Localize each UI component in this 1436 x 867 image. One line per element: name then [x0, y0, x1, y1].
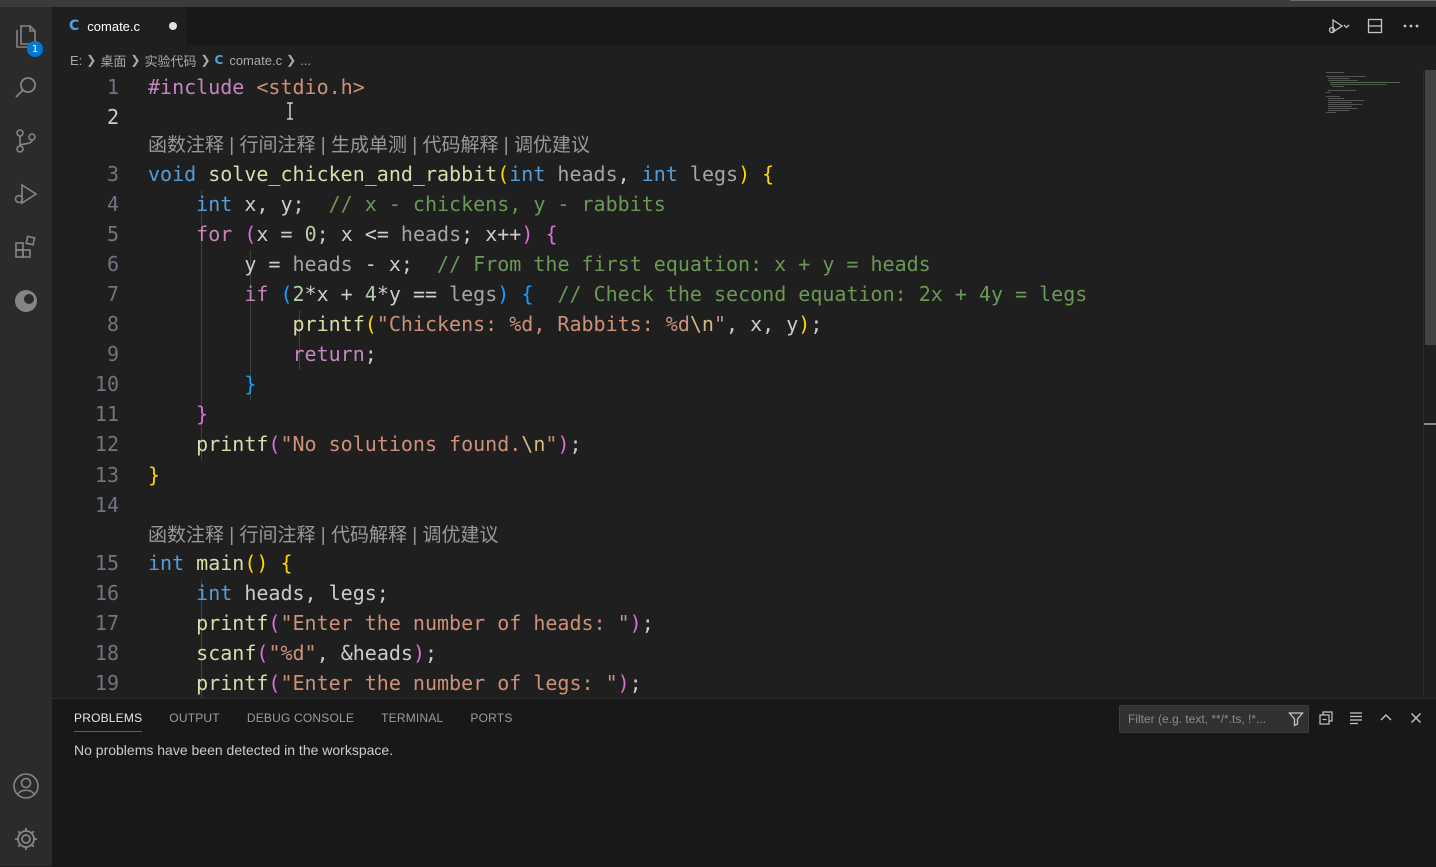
chevron-right-icon: ❯	[200, 53, 211, 67]
c-file-icon: C	[214, 53, 224, 67]
code-line: 5 for (x = 0; x <= heads; x++) {	[52, 219, 1302, 249]
tab-output[interactable]: OUTPUT	[169, 711, 220, 732]
source-control-icon[interactable]	[10, 125, 42, 157]
code-line: 17 printf("Enter the number of heads: ")…	[52, 608, 1302, 638]
line-number: 7	[106, 282, 119, 306]
unsaved-dot-icon[interactable]	[169, 22, 178, 30]
maximize-panel-chevron-up-icon[interactable]	[1376, 708, 1396, 728]
view-as-list-icon[interactable]	[1346, 708, 1366, 728]
tab-terminal[interactable]: TERMINAL	[381, 711, 443, 732]
run-debug-icon[interactable]	[10, 178, 42, 210]
code-line: 3 void solve_chicken_and_rabbit(int head…	[52, 159, 1302, 189]
line-number: 3	[106, 162, 119, 186]
extensions-icon[interactable]	[10, 231, 42, 263]
line-number: 19	[94, 671, 119, 695]
code-line: 14	[52, 490, 1302, 520]
run-debug-dropdown-icon[interactable]	[1328, 16, 1350, 36]
breadcrumb-more[interactable]: ...	[300, 53, 311, 68]
tab-label: comate.c	[87, 18, 141, 34]
account-icon[interactable]	[10, 770, 42, 802]
close-panel-icon[interactable]	[1406, 708, 1426, 728]
explorer-badge: 1	[27, 41, 43, 57]
line-number: 17	[94, 611, 119, 635]
line-number: 16	[94, 581, 119, 605]
line-number: 10	[94, 372, 119, 396]
code-line: 16 int heads, legs;	[52, 578, 1302, 608]
filter-placeholder: Filter (e.g. text, **/*.ts, !*...	[1128, 712, 1267, 726]
editor-scrollbar[interactable]	[1423, 70, 1436, 698]
more-actions-icon[interactable]	[1400, 16, 1422, 36]
line-number: 5	[106, 222, 119, 246]
c-file-icon: C	[69, 18, 80, 34]
scrollbar-thumb[interactable]	[1425, 70, 1436, 345]
code-line: 6 y = heads - x; // From the first equat…	[52, 249, 1302, 279]
code-line: 18 scanf("%d", &heads);	[52, 638, 1302, 668]
codelens-actions[interactable]: 函数注释 | 行间注释 | 生成单测 | 代码解释 | 调优建议	[148, 131, 590, 161]
breadcrumb: E: ❯ 桌面 ❯ 实验代码 ❯ C comate.c ❯ ...	[70, 50, 311, 70]
code-line: 2	[52, 102, 1302, 132]
code-line: 9 return;	[52, 339, 1302, 369]
code-line: 19 printf("Enter the number of legs: ");	[52, 668, 1302, 698]
line-number: 18	[94, 641, 119, 665]
tab-ports[interactable]: PORTS	[470, 711, 512, 732]
line-number: 14	[94, 493, 119, 517]
bottom-panel: PROBLEMS OUTPUT DEBUG CONSOLE TERMINAL P…	[52, 698, 1436, 867]
problems-filter-input[interactable]: Filter (e.g. text, **/*.ts, !*...	[1119, 705, 1309, 733]
title-bar	[0, 0, 1436, 7]
code-line: 13 }	[52, 460, 1302, 490]
line-number: 15	[94, 551, 119, 575]
code-line: 10 }	[52, 369, 1302, 399]
code-line: 7 if (2*x + 4*y == legs) { // Check the …	[52, 279, 1302, 309]
line-number: 11	[94, 402, 119, 426]
breadcrumb-folder-desktop[interactable]: 桌面	[100, 51, 126, 70]
code-line: 1 #include <stdio.h>	[52, 72, 1302, 102]
minimap[interactable]	[1322, 70, 1402, 130]
tab-debug-console[interactable]: DEBUG CONSOLE	[247, 711, 354, 732]
panel-actions	[1316, 708, 1426, 728]
line-number: 12	[94, 432, 119, 456]
line-number: 6	[106, 252, 119, 276]
line-number: 13	[94, 463, 119, 487]
code-line: 15 int main() {	[52, 548, 1302, 578]
code-line: 4 int x, y; // x - chickens, y - rabbits	[52, 189, 1302, 219]
breadcrumb-file[interactable]: comate.c	[229, 53, 282, 68]
editor-tab-bar: C comate.c	[52, 7, 1436, 45]
editor-actions	[1328, 16, 1422, 36]
text-cursor-icon	[286, 102, 294, 120]
code-line: 12 printf("No solutions found.\n");	[52, 429, 1302, 459]
activity-bar: 1	[0, 7, 52, 866]
line-number: 1	[106, 75, 119, 99]
line-number: 9	[106, 342, 119, 366]
settings-gear-icon[interactable]	[10, 823, 42, 855]
code-line: 8 printf("Chickens: %d, Rabbits: %d\n", …	[52, 309, 1302, 339]
code-editor[interactable]: 1 #include <stdio.h> 2 函数注释 | 行间注释 | 生成单…	[52, 70, 1436, 698]
filter-icon[interactable]	[1288, 711, 1304, 727]
search-icon[interactable]	[10, 72, 42, 104]
tab-comate-c[interactable]: C comate.c	[52, 7, 186, 45]
breadcrumb-folder-code[interactable]: 实验代码	[144, 51, 196, 70]
breadcrumb-drive[interactable]: E:	[70, 53, 82, 68]
scrollbar-marker	[1424, 423, 1436, 425]
comate-icon[interactable]	[10, 285, 42, 317]
chevron-right-icon: ❯	[130, 53, 141, 67]
tab-problems[interactable]: PROBLEMS	[74, 711, 143, 732]
split-editor-icon[interactable]	[1364, 16, 1386, 36]
line-number: 8	[106, 312, 119, 336]
collapse-all-icon[interactable]	[1316, 708, 1336, 728]
code-line: 11 }	[52, 399, 1302, 429]
chevron-right-icon: ❯	[86, 53, 97, 67]
line-number: 4	[106, 192, 119, 216]
problems-message: No problems have been detected in the wo…	[74, 742, 394, 758]
panel-tabs: PROBLEMS OUTPUT DEBUG CONSOLE TERMINAL P…	[74, 711, 540, 732]
line-number: 2	[106, 105, 119, 129]
codelens-actions[interactable]: 函数注释 | 行间注释 | 代码解释 | 调优建议	[148, 521, 498, 551]
chevron-right-icon: ❯	[286, 53, 297, 67]
